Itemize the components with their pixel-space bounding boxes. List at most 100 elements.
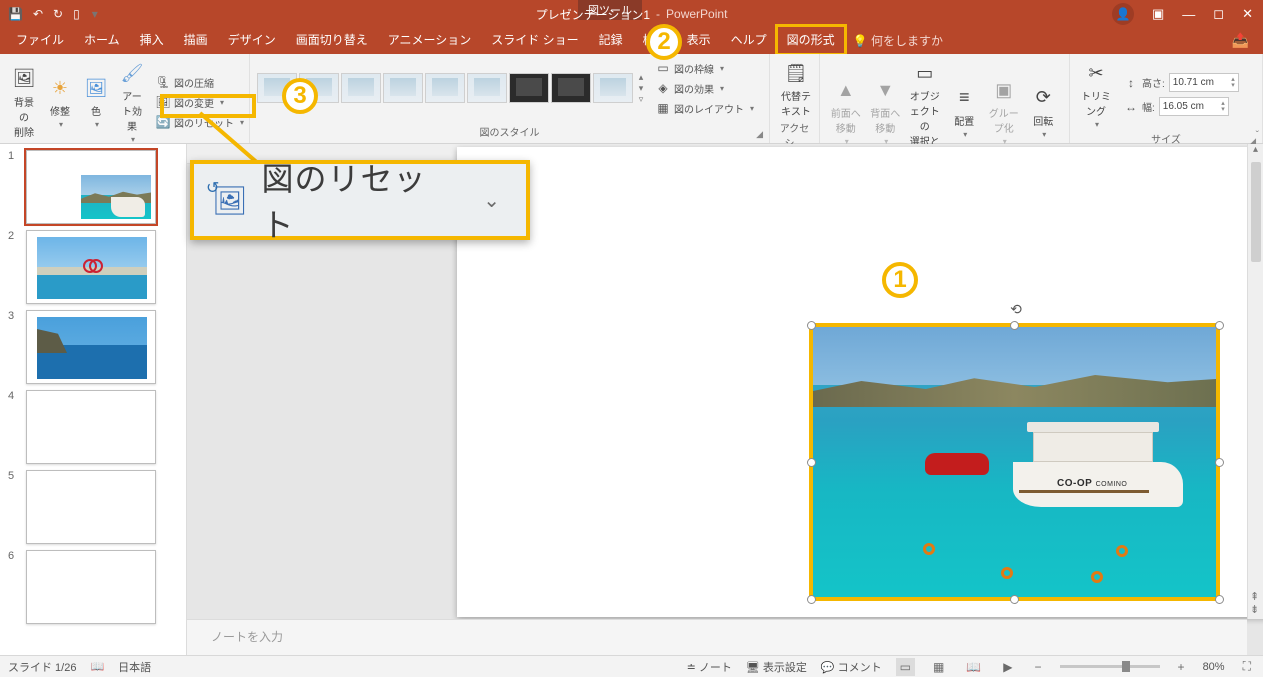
tab-home[interactable]: ホーム xyxy=(74,26,130,54)
artistic-effects-button[interactable]: 🖌アート効果▾ xyxy=(114,58,150,146)
slide-thumb-3[interactable]: 3 xyxy=(26,310,174,384)
resize-handle[interactable] xyxy=(1215,458,1224,467)
slide-thumbnails-pane[interactable]: 1 2 3 4 5 6 xyxy=(0,144,187,655)
style-thumb[interactable] xyxy=(509,73,549,103)
group-objects-button[interactable]: ▣グループ化▾ xyxy=(984,75,1024,148)
close-icon[interactable]: ✕ xyxy=(1242,6,1253,22)
status-language[interactable]: 日本語 xyxy=(118,659,151,675)
zoom-slider[interactable] xyxy=(1060,665,1160,668)
resize-handle[interactable] xyxy=(1215,321,1224,330)
rotate-handle-icon[interactable]: ⟲ xyxy=(1009,301,1023,315)
picture-layout-button[interactable]: ▦図のレイアウト▾ xyxy=(654,98,756,118)
collapse-ribbon-icon[interactable]: ˇ xyxy=(1256,130,1259,141)
slide-thumb-5[interactable]: 5 xyxy=(26,470,174,544)
notes-pane[interactable]: ノートを入力 xyxy=(187,619,1247,655)
compress-pictures-button[interactable]: 🗜図の圧縮 xyxy=(154,72,246,92)
gallery-more-icon[interactable]: ▿ xyxy=(639,94,644,105)
slide-thumb-6[interactable]: 6 xyxy=(26,550,174,624)
alt-text-button[interactable]: 🗒代替テ キスト xyxy=(776,58,816,120)
style-thumb[interactable] xyxy=(425,73,465,103)
zoom-in-icon[interactable]: + xyxy=(1174,658,1189,676)
slideshow-view-icon[interactable]: ▶ xyxy=(999,658,1016,676)
tab-view[interactable]: 表示 xyxy=(677,26,721,54)
tab-design[interactable]: デザイン xyxy=(218,26,286,54)
display-settings[interactable]: 🖥 表示設定 xyxy=(746,659,807,675)
resize-handle[interactable] xyxy=(1215,595,1224,604)
notes-toggle[interactable]: ≐ ノート xyxy=(687,659,732,675)
scroll-up-icon[interactable]: ▴ xyxy=(1248,144,1263,160)
bring-forward-button[interactable]: ▲前面へ 移動▾ xyxy=(826,75,866,148)
title-bar: 💾 ↶ ↻ ▯ ▾ 図ツール プレゼンテーション1 - PowerPoint 👤… xyxy=(0,0,1263,28)
tab-insert[interactable]: 挿入 xyxy=(130,26,174,54)
gallery-down-icon[interactable]: ▾ xyxy=(639,83,644,94)
tab-animations[interactable]: アニメーション xyxy=(378,26,482,54)
next-slide-icon[interactable]: ⇟ xyxy=(1250,604,1259,617)
picture-border-button[interactable]: ▭図の枠線▾ xyxy=(654,58,756,78)
tab-slideshow[interactable]: スライド ショー xyxy=(481,26,588,54)
undo-icon[interactable]: ↶ xyxy=(33,7,43,21)
spellcheck-icon[interactable]: 📖 xyxy=(90,660,104,673)
send-backward-button[interactable]: ▼背面へ 移動▾ xyxy=(866,75,906,148)
tell-me-search[interactable]: 💡 何をしますか xyxy=(845,27,951,54)
gallery-up-icon[interactable]: ▴ xyxy=(639,72,644,83)
style-thumb[interactable] xyxy=(467,73,507,103)
dialog-launcher-icon[interactable]: ◢ xyxy=(756,129,763,140)
fit-to-window-icon[interactable]: ⛶ xyxy=(1239,657,1255,676)
resize-handle[interactable] xyxy=(1010,321,1019,330)
width-input[interactable]: 16.05 cm▴▾ xyxy=(1159,97,1229,116)
resize-handle[interactable] xyxy=(1010,595,1019,604)
share-icon[interactable]: 📤 xyxy=(1232,32,1249,49)
style-thumb[interactable] xyxy=(593,73,633,103)
height-input[interactable]: 10.71 cm▴▾ xyxy=(1169,73,1239,92)
zoom-level[interactable]: 80% xyxy=(1203,661,1225,673)
vertical-scrollbar[interactable]: ▴ ⇞⇟ xyxy=(1247,144,1263,619)
ribbon-display-icon[interactable]: ▣ xyxy=(1152,6,1164,22)
resize-handle[interactable] xyxy=(807,321,816,330)
align-button[interactable]: ≡配置▾ xyxy=(945,83,985,141)
status-slide-number[interactable]: スライド 1/26 xyxy=(8,659,76,675)
scrollbar-thumb[interactable] xyxy=(1251,162,1261,262)
crop-button[interactable]: ✂トリミング▾ xyxy=(1076,58,1116,131)
qat-dropdown-icon[interactable]: ▾ xyxy=(92,7,98,21)
slide-thumb-2[interactable]: 2 xyxy=(26,230,174,304)
reading-view-icon[interactable]: 📖 xyxy=(962,658,985,676)
width-row: ↔幅: 16.05 cm▴▾ xyxy=(1122,97,1241,117)
style-thumb[interactable] xyxy=(551,73,591,103)
slide-thumb-4[interactable]: 4 xyxy=(26,390,174,464)
selected-picture[interactable]: CO-OP COMINO xyxy=(813,327,1216,597)
account-avatar[interactable]: 👤 xyxy=(1112,3,1134,25)
save-icon[interactable]: 💾 xyxy=(8,7,23,21)
tab-help[interactable]: ヘルプ xyxy=(721,26,777,54)
remove-background-button[interactable]: 🖼背景の 削除 xyxy=(6,64,42,141)
group-icon: ▣ xyxy=(990,77,1018,103)
normal-view-icon[interactable]: ▭ xyxy=(896,658,915,676)
picture-effects-button[interactable]: ◈図の効果▾ xyxy=(654,78,756,98)
tab-transitions[interactable]: 画面切り替え xyxy=(286,26,378,54)
style-thumb[interactable] xyxy=(341,73,381,103)
slide-thumb-1[interactable]: 1 xyxy=(26,150,174,224)
tab-file[interactable]: ファイル xyxy=(6,26,74,54)
rotate-button[interactable]: ⟳回転▾ xyxy=(1024,83,1064,141)
corrections-button[interactable]: ☀修整▾ xyxy=(42,73,78,131)
reset-picture-button[interactable]: 🔄図のリセット▾ xyxy=(154,112,246,132)
prev-slide-icon[interactable]: ⇞ xyxy=(1250,591,1259,604)
color-button[interactable]: 🖼色▾ xyxy=(78,73,114,131)
resize-handle[interactable] xyxy=(807,458,816,467)
slide-sorter-view-icon[interactable]: ▦ xyxy=(929,658,948,676)
start-from-beginning-icon[interactable]: ▯ xyxy=(73,7,80,21)
minimize-icon[interactable]: — xyxy=(1182,7,1195,22)
tab-record[interactable]: 記録 xyxy=(589,26,633,54)
zoom-out-icon[interactable]: − xyxy=(1031,658,1046,676)
redo-icon[interactable]: ↻ xyxy=(53,7,63,21)
style-thumb[interactable] xyxy=(383,73,423,103)
change-picture-button[interactable]: 🖼図の変更▾ xyxy=(154,92,246,112)
resize-handle[interactable] xyxy=(807,595,816,604)
height-row: ↕高さ: 10.71 cm▴▾ xyxy=(1122,73,1241,93)
tab-picture-format[interactable]: 図の形式 xyxy=(777,26,845,54)
group-arrange: ▲前面へ 移動▾ ▼背面へ 移動▾ ▭オブジェクトの 選択と表示 ≡配置▾ ▣グ… xyxy=(820,54,1070,143)
maximize-icon[interactable]: ◻ xyxy=(1213,6,1224,22)
tab-draw[interactable]: 描画 xyxy=(174,26,218,54)
artistic-icon: 🖌 xyxy=(118,60,146,86)
comments-toggle[interactable]: 💬 コメント xyxy=(821,659,882,675)
slide-canvas[interactable]: CO-OP COMINO ⟲ xyxy=(457,147,1263,617)
